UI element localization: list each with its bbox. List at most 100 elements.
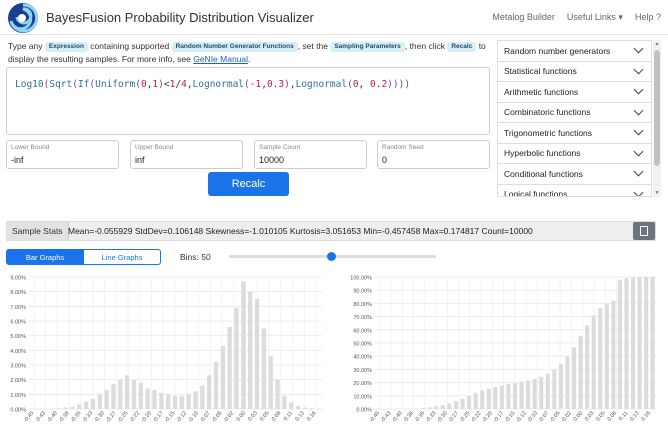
bar <box>289 402 294 409</box>
bar <box>200 385 205 409</box>
expr-function-token: Sqrt <box>49 79 73 90</box>
y-tick-label: 70.00% <box>353 315 372 321</box>
expr-function-token: If <box>77 79 90 90</box>
function-category-item[interactable]: Conditional functions <box>498 164 651 185</box>
function-category-item[interactable]: Logical functions <box>498 185 651 196</box>
x-tick-label: 0.00 <box>573 410 584 422</box>
bar <box>427 407 432 409</box>
x-tick-label: -0.12 <box>515 410 528 423</box>
random-seed-field[interactable]: Random Seed 0 <box>377 140 490 169</box>
expr-number-token: 0.3 <box>266 79 285 90</box>
bar <box>624 278 629 409</box>
bar <box>421 408 426 409</box>
bar <box>578 335 583 409</box>
copy-stats-button[interactable] <box>633 222 655 240</box>
function-category-label: Hyperbolic functions <box>504 148 581 159</box>
y-tick-label: 30.00% <box>353 368 372 374</box>
function-panel-scrollbar[interactable]: ▲ ▼ <box>653 40 661 197</box>
bar <box>145 388 150 409</box>
bar <box>268 356 273 409</box>
instr-text-4: , then click <box>404 41 445 51</box>
x-tick-label: -0.25 <box>459 410 472 423</box>
bar <box>295 406 301 409</box>
instructions: Type any Expression containing supported… <box>8 40 493 66</box>
chevron-down-icon <box>633 84 644 95</box>
sample-count-field[interactable]: Sample Count 10000 <box>254 140 367 169</box>
recalc-button[interactable]: Recalc <box>208 172 289 196</box>
y-tick-label: 100.00% <box>350 276 372 282</box>
y-tick-label: 4.00% <box>10 349 26 355</box>
bar <box>97 394 102 409</box>
bar <box>63 407 68 409</box>
pdf-chart-svg: 0.00% 1.00% 2.00% 3.00% 4.00% 5.00% 6.00% 7.00%… <box>10 276 322 424</box>
genie-manual-link[interactable]: GeNIe Manual <box>193 54 248 64</box>
x-tick-label: 0.16 <box>306 410 317 422</box>
bar <box>227 326 232 409</box>
bar <box>104 389 109 409</box>
nav-help[interactable]: Help ? <box>635 12 661 23</box>
chevron-down-icon <box>633 166 644 177</box>
bar <box>261 328 267 409</box>
chevron-down-icon <box>633 125 644 136</box>
tab-bar-graphs[interactable]: Bar Graphs <box>6 249 84 265</box>
y-tick-label: 50.00% <box>353 342 372 348</box>
scroll-up-icon[interactable]: ▲ <box>654 41 660 47</box>
y-tick-label: 80.00% <box>353 302 372 308</box>
scrollbar-thumb[interactable] <box>654 50 660 166</box>
chip-sampling-parameters: Sampling Parameters <box>330 42 405 52</box>
clipboard-icon <box>640 226 648 236</box>
nav-useful-links[interactable]: Useful Links ▾ <box>567 12 623 23</box>
bar <box>90 398 96 409</box>
bar <box>506 384 511 409</box>
function-category-item[interactable]: Arithmetic functions <box>498 82 651 103</box>
bar <box>207 375 212 409</box>
function-category-item[interactable]: Combinatoric functions <box>498 103 651 123</box>
bins-label: Bins: <box>180 252 199 262</box>
bar <box>172 395 178 409</box>
app-title[interactable]: BayesFusion Probability Distribution Vis… <box>46 10 314 25</box>
bar <box>480 390 485 409</box>
bayesfusion-logo[interactable] <box>7 2 39 34</box>
y-tick-label: 6.00% <box>10 320 26 326</box>
function-category-label: Random number generators <box>504 45 611 56</box>
bar <box>460 398 465 409</box>
bar <box>453 401 459 409</box>
x-tick-label: -0.35 <box>70 410 83 423</box>
x-tick-label: 0.13 <box>294 410 305 422</box>
expression-editor[interactable]: Log10(Sqrt(If(Uniform(0,1)<1/4,Lognormal… <box>6 67 490 135</box>
x-tick-label: -0.05 <box>549 410 562 423</box>
x-tick-label: -0.02 <box>223 410 236 423</box>
y-tick-label: 40.00% <box>353 355 372 361</box>
function-category-item[interactable]: Random number generators <box>498 41 651 62</box>
bar <box>565 356 570 409</box>
function-category-item[interactable]: Trigonometric functions <box>498 123 651 144</box>
bar <box>152 389 157 409</box>
lower-bound-field[interactable]: Lower Bound -inf <box>6 140 119 169</box>
function-category-item[interactable]: Statistical functions <box>498 62 651 82</box>
sample-stats-label: Sample Stats <box>7 222 69 240</box>
cdf-chart-svg: 0.00% 10.00% 20.00% 30.00% 40.00% 50.00% 60.00… <box>350 276 656 424</box>
x-tick-label: -0.02 <box>560 410 573 423</box>
chevron-down-icon <box>633 105 644 116</box>
bar <box>118 379 123 409</box>
y-tick-label: 9.00% <box>10 276 26 282</box>
y-tick-label: 0.00% <box>356 408 372 414</box>
bar <box>70 406 75 409</box>
chevron-down-icon <box>633 146 644 157</box>
chevron-down-icon <box>633 64 644 75</box>
sample-stats-text: Mean=-0.055929 StdDev=0.106148 Skewness=… <box>68 226 533 236</box>
tab-line-graphs[interactable]: Line Graphs <box>84 249 161 265</box>
bar <box>473 392 478 409</box>
x-tick-label: -0.35 <box>414 410 427 423</box>
nav-metalog-builder[interactable]: Metalog Builder <box>492 12 555 23</box>
bar <box>131 379 137 409</box>
function-category-item[interactable]: Hyperbolic functions <box>498 144 651 164</box>
upper-bound-field[interactable]: Upper Bound inf <box>130 140 243 169</box>
bar <box>125 375 130 409</box>
y-tick-label: 0.00% <box>10 408 26 414</box>
bins-slider-thumb[interactable] <box>326 252 336 261</box>
scroll-down-icon[interactable]: ▼ <box>654 190 660 196</box>
x-tick-label: -0.30 <box>93 410 106 423</box>
expr-function-token: Uniform <box>95 79 136 90</box>
navbar: BayesFusion Probability Distribution Vis… <box>0 0 668 35</box>
